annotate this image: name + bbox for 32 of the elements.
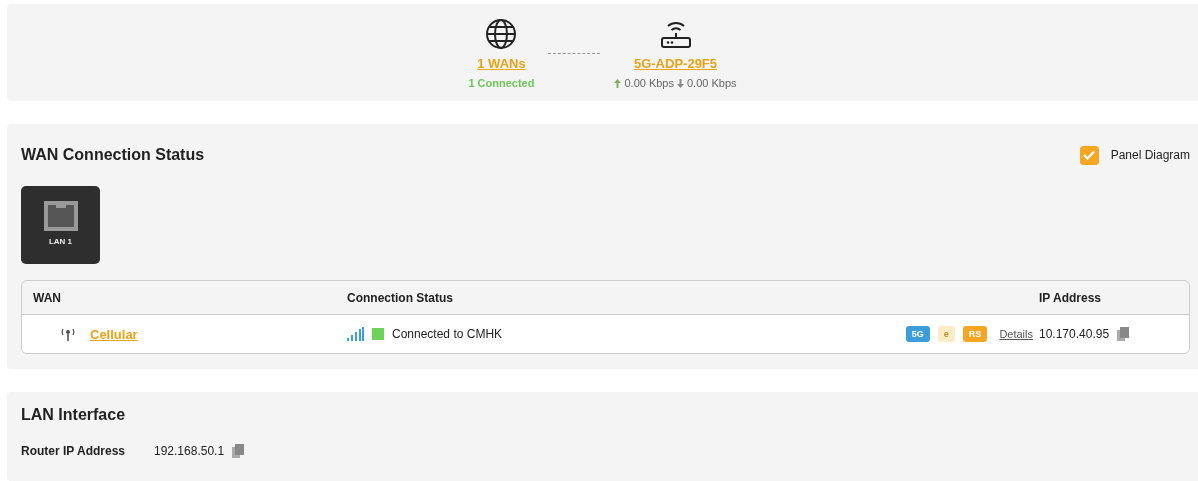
router-link[interactable]: 5G-ADP-29F5: [633, 56, 718, 71]
column-header: Connection Status: [347, 290, 454, 305]
network-badge: e: [937, 326, 955, 343]
antenna-icon: [60, 327, 76, 341]
upload-rate: 0.00 Kbps: [624, 77, 674, 89]
ip-address: 10.170.40.95: [1039, 327, 1110, 342]
download-arrow-icon: [677, 78, 684, 88]
details-link[interactable]: Details: [999, 328, 1033, 341]
network-badge: RS: [962, 326, 988, 343]
upload-arrow-icon: [614, 78, 622, 88]
section-title: WAN Connection Status: [21, 146, 205, 165]
router-ip: 192.168.50.1: [154, 444, 225, 459]
section-title: LAN Interface: [21, 406, 127, 425]
copy-icon[interactable]: [1117, 327, 1130, 342]
globe-icon: [485, 18, 518, 50]
wans-link[interactable]: 1 WANs: [477, 56, 526, 71]
lan-port-tile[interactable]: LAN 1: [21, 186, 100, 265]
checkmark-icon: [1083, 150, 1096, 161]
signal-bars-icon: [347, 327, 364, 342]
field-label: Router IP Address: [21, 444, 127, 459]
copy-icon[interactable]: [232, 444, 245, 459]
panel-diagram-checkbox[interactable]: [1079, 145, 1099, 165]
ethernet-port-icon: [43, 200, 78, 231]
port-label: LAN 1: [48, 236, 73, 246]
column-header: IP Address: [1039, 290, 1103, 305]
network-badge: 5G: [905, 326, 930, 343]
connection-status: Connected to CMHK: [392, 327, 503, 342]
download-rate: 0.00 Kbps: [687, 77, 737, 89]
column-header: WAN: [32, 290, 62, 305]
wan-link[interactable]: Cellular: [90, 326, 138, 342]
checkbox-label: Panel Diagram: [1110, 148, 1190, 163]
connected-count: 1 Connected: [468, 77, 535, 89]
